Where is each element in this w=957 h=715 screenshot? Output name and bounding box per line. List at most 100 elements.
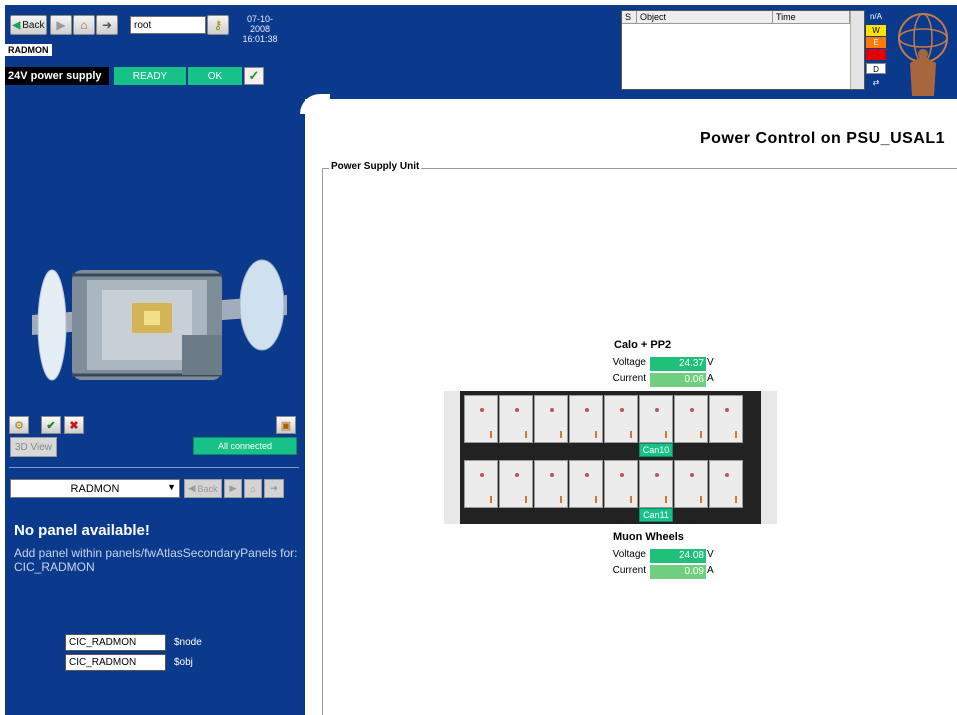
home-icon: ⌂	[80, 18, 88, 32]
forward-button[interactable]: ▶	[50, 15, 72, 35]
no-panel-title: No panel available!	[14, 522, 150, 539]
obj-field-value: CIC_RADMON	[69, 657, 137, 668]
up-arrow-icon: ➜	[101, 18, 113, 32]
check-arrow-icon: ✔	[46, 419, 56, 432]
nav-home-icon: ⌂	[250, 483, 256, 494]
floppy-icon: ▣	[280, 419, 292, 432]
alarm-col-s[interactable]: S	[622, 11, 637, 24]
psu-module-slot[interactable]	[639, 395, 673, 443]
acknowledge-button[interactable]: ✔	[41, 416, 61, 434]
group-title-muon: Muon Wheels	[613, 531, 684, 543]
search-button[interactable]: ⚷	[207, 15, 229, 35]
psu-label: 24V power supply	[5, 67, 109, 85]
disconnect-button[interactable]: ✖	[64, 416, 84, 434]
psu-module-slot[interactable]	[464, 460, 498, 508]
can-bus-bottom[interactable]: Can11	[639, 508, 673, 522]
voltage-label-calo: Voltage	[612, 357, 646, 368]
severity-disabled[interactable]: D	[866, 63, 886, 74]
left-divider	[9, 467, 299, 468]
chevron-down-icon: ▼	[167, 482, 176, 492]
ack-check-button[interactable]: ✓	[244, 67, 264, 85]
psu-module-slot[interactable]	[569, 460, 603, 508]
psu-module-slot[interactable]	[709, 395, 743, 443]
left-panel	[5, 99, 305, 715]
psu-crate: Can10 Can11	[444, 391, 777, 524]
nav-forward-icon: ▶	[229, 483, 237, 493]
psu-module-slot[interactable]	[674, 460, 708, 508]
back-button[interactable]: ◀ Back	[10, 15, 47, 35]
panel-selector[interactable]: RADMON ▼	[10, 479, 180, 498]
severity-fatal[interactable]: F	[866, 49, 886, 60]
obj-field-label: $obj	[174, 657, 193, 668]
voltage-value-muon: 24.08	[650, 549, 706, 563]
alarm-scrollbar[interactable]	[850, 11, 864, 89]
voltage-label-muon: Voltage	[612, 549, 646, 560]
current-unit-muon: A	[707, 565, 714, 576]
cross-icon: ✖	[69, 419, 79, 432]
home-button[interactable]: ⌂	[73, 15, 95, 35]
severity-na[interactable]: n/A	[866, 11, 886, 22]
psu-module-slot[interactable]	[499, 395, 533, 443]
current-value-muon: 0.09	[650, 565, 706, 579]
psu-module-slot[interactable]	[569, 395, 603, 443]
node-field-label: $node	[174, 637, 202, 648]
current-label-muon: Current	[612, 565, 646, 576]
panel-selector-value: RADMON	[70, 482, 120, 495]
alarm-table[interactable]: S Object Time	[621, 10, 865, 90]
back-button-label: Back	[22, 19, 45, 31]
nav-up-button[interactable]: ➜	[264, 479, 284, 498]
connection-status: All connected	[193, 437, 297, 455]
forward-icon: ▶	[56, 18, 66, 32]
nav-back-button[interactable]: ◀ Back	[184, 479, 222, 498]
nav-forward-button[interactable]: ▶	[224, 479, 242, 498]
crate-right-ear	[761, 391, 777, 524]
key-search-icon: ⚷	[213, 18, 223, 32]
psu-module-slot[interactable]	[464, 395, 498, 443]
datetime: 07-10-2008 16:01:38	[240, 14, 280, 44]
alarm-col-time[interactable]: Time	[773, 11, 850, 24]
up-button[interactable]: ➜	[96, 15, 118, 35]
severity-error[interactable]: E	[866, 37, 886, 48]
back-arrow-icon: ◀	[12, 19, 21, 31]
severity-toggle[interactable]: ⇄	[866, 77, 886, 88]
obj-field[interactable]: CIC_RADMON	[65, 654, 166, 671]
psu-module-slot[interactable]	[674, 395, 708, 443]
psu-module-slot[interactable]	[604, 395, 638, 443]
view-3d-button[interactable]: 3D View	[10, 437, 57, 457]
severity-warning[interactable]: W	[866, 25, 886, 36]
voltage-unit-calo: V	[707, 357, 714, 368]
current-unit-calo: A	[707, 373, 714, 384]
check-icon: ✓	[248, 68, 260, 83]
can-bus-top[interactable]: Can10	[639, 443, 673, 457]
current-label-calo: Current	[612, 373, 646, 384]
psu-module-slot[interactable]	[499, 460, 533, 508]
psu-module-slot[interactable]	[639, 460, 673, 508]
psu-frame-label: Power Supply Unit	[329, 161, 422, 172]
node-field-value: CIC_RADMON	[69, 637, 137, 648]
psu-module-slot[interactable]	[534, 460, 568, 508]
nav-home-button[interactable]: ⌂	[244, 479, 262, 498]
save-button[interactable]: ▣	[276, 416, 296, 434]
time-text: 16:01:38	[242, 34, 278, 44]
psu-module-slot[interactable]	[709, 460, 743, 508]
settings-button[interactable]: ⚙	[9, 416, 29, 434]
nav-back-label: Back	[197, 483, 218, 494]
gear-icon: ⚙	[14, 419, 24, 432]
atlas-detector-image	[32, 259, 287, 381]
alarm-col-object[interactable]: Object	[637, 11, 773, 24]
nav-back-icon: ◀	[188, 483, 196, 493]
voltage-unit-muon: V	[707, 549, 714, 560]
node-search-input[interactable]: root	[130, 16, 206, 34]
crate-left-ear	[444, 391, 460, 524]
page-title: Power Control on PSU_USAL1	[700, 130, 946, 147]
voltage-value-calo: 24.37	[650, 357, 706, 371]
psu-module-slot[interactable]	[534, 395, 568, 443]
no-panel-description: Add panel within panels/fwAtlasSecondary…	[14, 546, 298, 574]
date-text: 07-10-2008	[246, 14, 273, 34]
psu-module-slot[interactable]	[604, 460, 638, 508]
state-ready[interactable]: READY	[114, 67, 186, 85]
status-ok[interactable]: OK	[188, 67, 242, 85]
node-field[interactable]: CIC_RADMON	[65, 634, 166, 651]
nav-up-icon: ➜	[270, 483, 278, 493]
group-title-calo: Calo + PP2	[614, 339, 672, 351]
